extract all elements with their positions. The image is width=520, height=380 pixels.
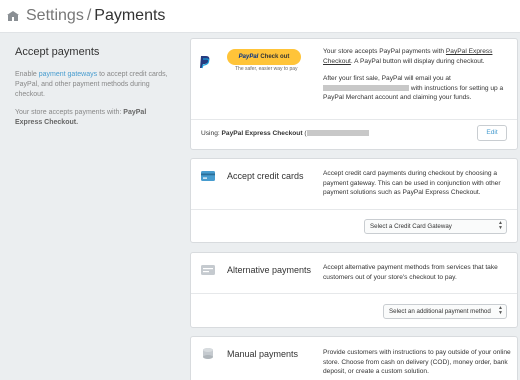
redacted-email <box>323 84 409 91</box>
page-title: Settings / Payments <box>26 7 165 25</box>
intro-text: Enable payment gateways to accept credit… <box>15 70 175 100</box>
select-arrows-icon: ▲ ▼ <box>498 305 503 316</box>
select-arrows-icon: ▲ ▼ <box>498 220 503 231</box>
status-prefix: Your store accepts payments with: <box>15 109 124 116</box>
section-heading: Accept payments <box>15 46 100 58</box>
edit-button[interactable]: Edit <box>477 125 507 141</box>
paypal-email-prefix: After your first sale, PayPal will email… <box>323 75 451 82</box>
alternative-payment-select[interactable]: Select an additional payment method ▲ ▼ <box>383 304 507 319</box>
sidebar-description: Accept payments Enable payment gateways … <box>15 46 175 136</box>
alternative-payments-footer: Select an additional payment method ▲ ▼ <box>191 293 517 327</box>
breadcrumb-settings[interactable]: Settings <box>26 7 84 24</box>
paypal-checkout-button[interactable]: PayPal Check out <box>227 49 301 65</box>
paypal-desc-suffix: . A PayPal button will display during ch… <box>350 57 485 65</box>
paypal-logo-icon <box>200 56 210 69</box>
intro-prefix: Enable <box>15 71 39 78</box>
alternative-payment-value: Select an additional payment method <box>389 308 491 315</box>
credit-cards-footer: Select a Credit Card Gateway ▲ ▼ <box>191 209 517 242</box>
credit-card-gateway-select[interactable]: Select a Credit Card Gateway ▲ ▼ <box>364 219 507 234</box>
paypal-email-note: After your first sale, PayPal will email… <box>323 74 513 103</box>
paypal-description: Your store accepts PayPal payments with … <box>323 47 513 66</box>
manual-payments-description: Provide customers with instructions to p… <box>323 349 511 375</box>
alternative-payments-title: Alternative payments <box>227 265 312 275</box>
paypal-tagline: The safer, easier way to pay <box>235 66 298 72</box>
top-bar: Settings / Payments <box>0 0 520 33</box>
breadcrumb-current: Payments <box>94 7 166 24</box>
alternative-payments-description: Accept alternative payment methods from … <box>323 264 498 281</box>
payment-gateways-link[interactable]: payment gateways <box>39 71 97 78</box>
alternative-payment-icon <box>201 265 215 275</box>
paypal-brand-text: PayPal <box>238 54 259 60</box>
using-value: PayPal Express Checkout <box>221 130 303 137</box>
manual-payments-title: Manual payments <box>227 349 299 359</box>
paypal-desc-prefix: Your store accepts PayPal payments with <box>323 48 446 55</box>
using-gateway-text: Using: PayPal Express Checkout ( <box>201 130 369 137</box>
manual-payments-card: Manual payments Provide customers with i… <box>190 336 518 380</box>
status-text: Your store accepts payments with: PayPal… <box>15 108 175 128</box>
credit-card-icon <box>201 171 215 181</box>
credit-cards-title: Accept credit cards <box>227 171 304 181</box>
paypal-card-footer: Using: PayPal Express Checkout ( Edit <box>191 119 517 149</box>
paypal-checkout-text: Check out <box>260 54 290 60</box>
alternative-payments-card: Alternative payments Accept alternative … <box>190 252 518 328</box>
credit-card-gateway-value: Select a Credit Card Gateway <box>370 223 452 230</box>
paypal-card: PayPal Check out The safer, easier way t… <box>190 38 518 150</box>
redacted-account <box>306 130 369 137</box>
store-icon[interactable] <box>6 9 20 23</box>
using-label: Using: <box>201 130 222 137</box>
coins-icon <box>203 348 213 359</box>
credit-cards-description: Accept credit card payments during check… <box>323 170 501 196</box>
breadcrumb-separator: / <box>86 7 92 24</box>
credit-cards-card: Accept credit cards Accept credit card p… <box>190 158 518 243</box>
